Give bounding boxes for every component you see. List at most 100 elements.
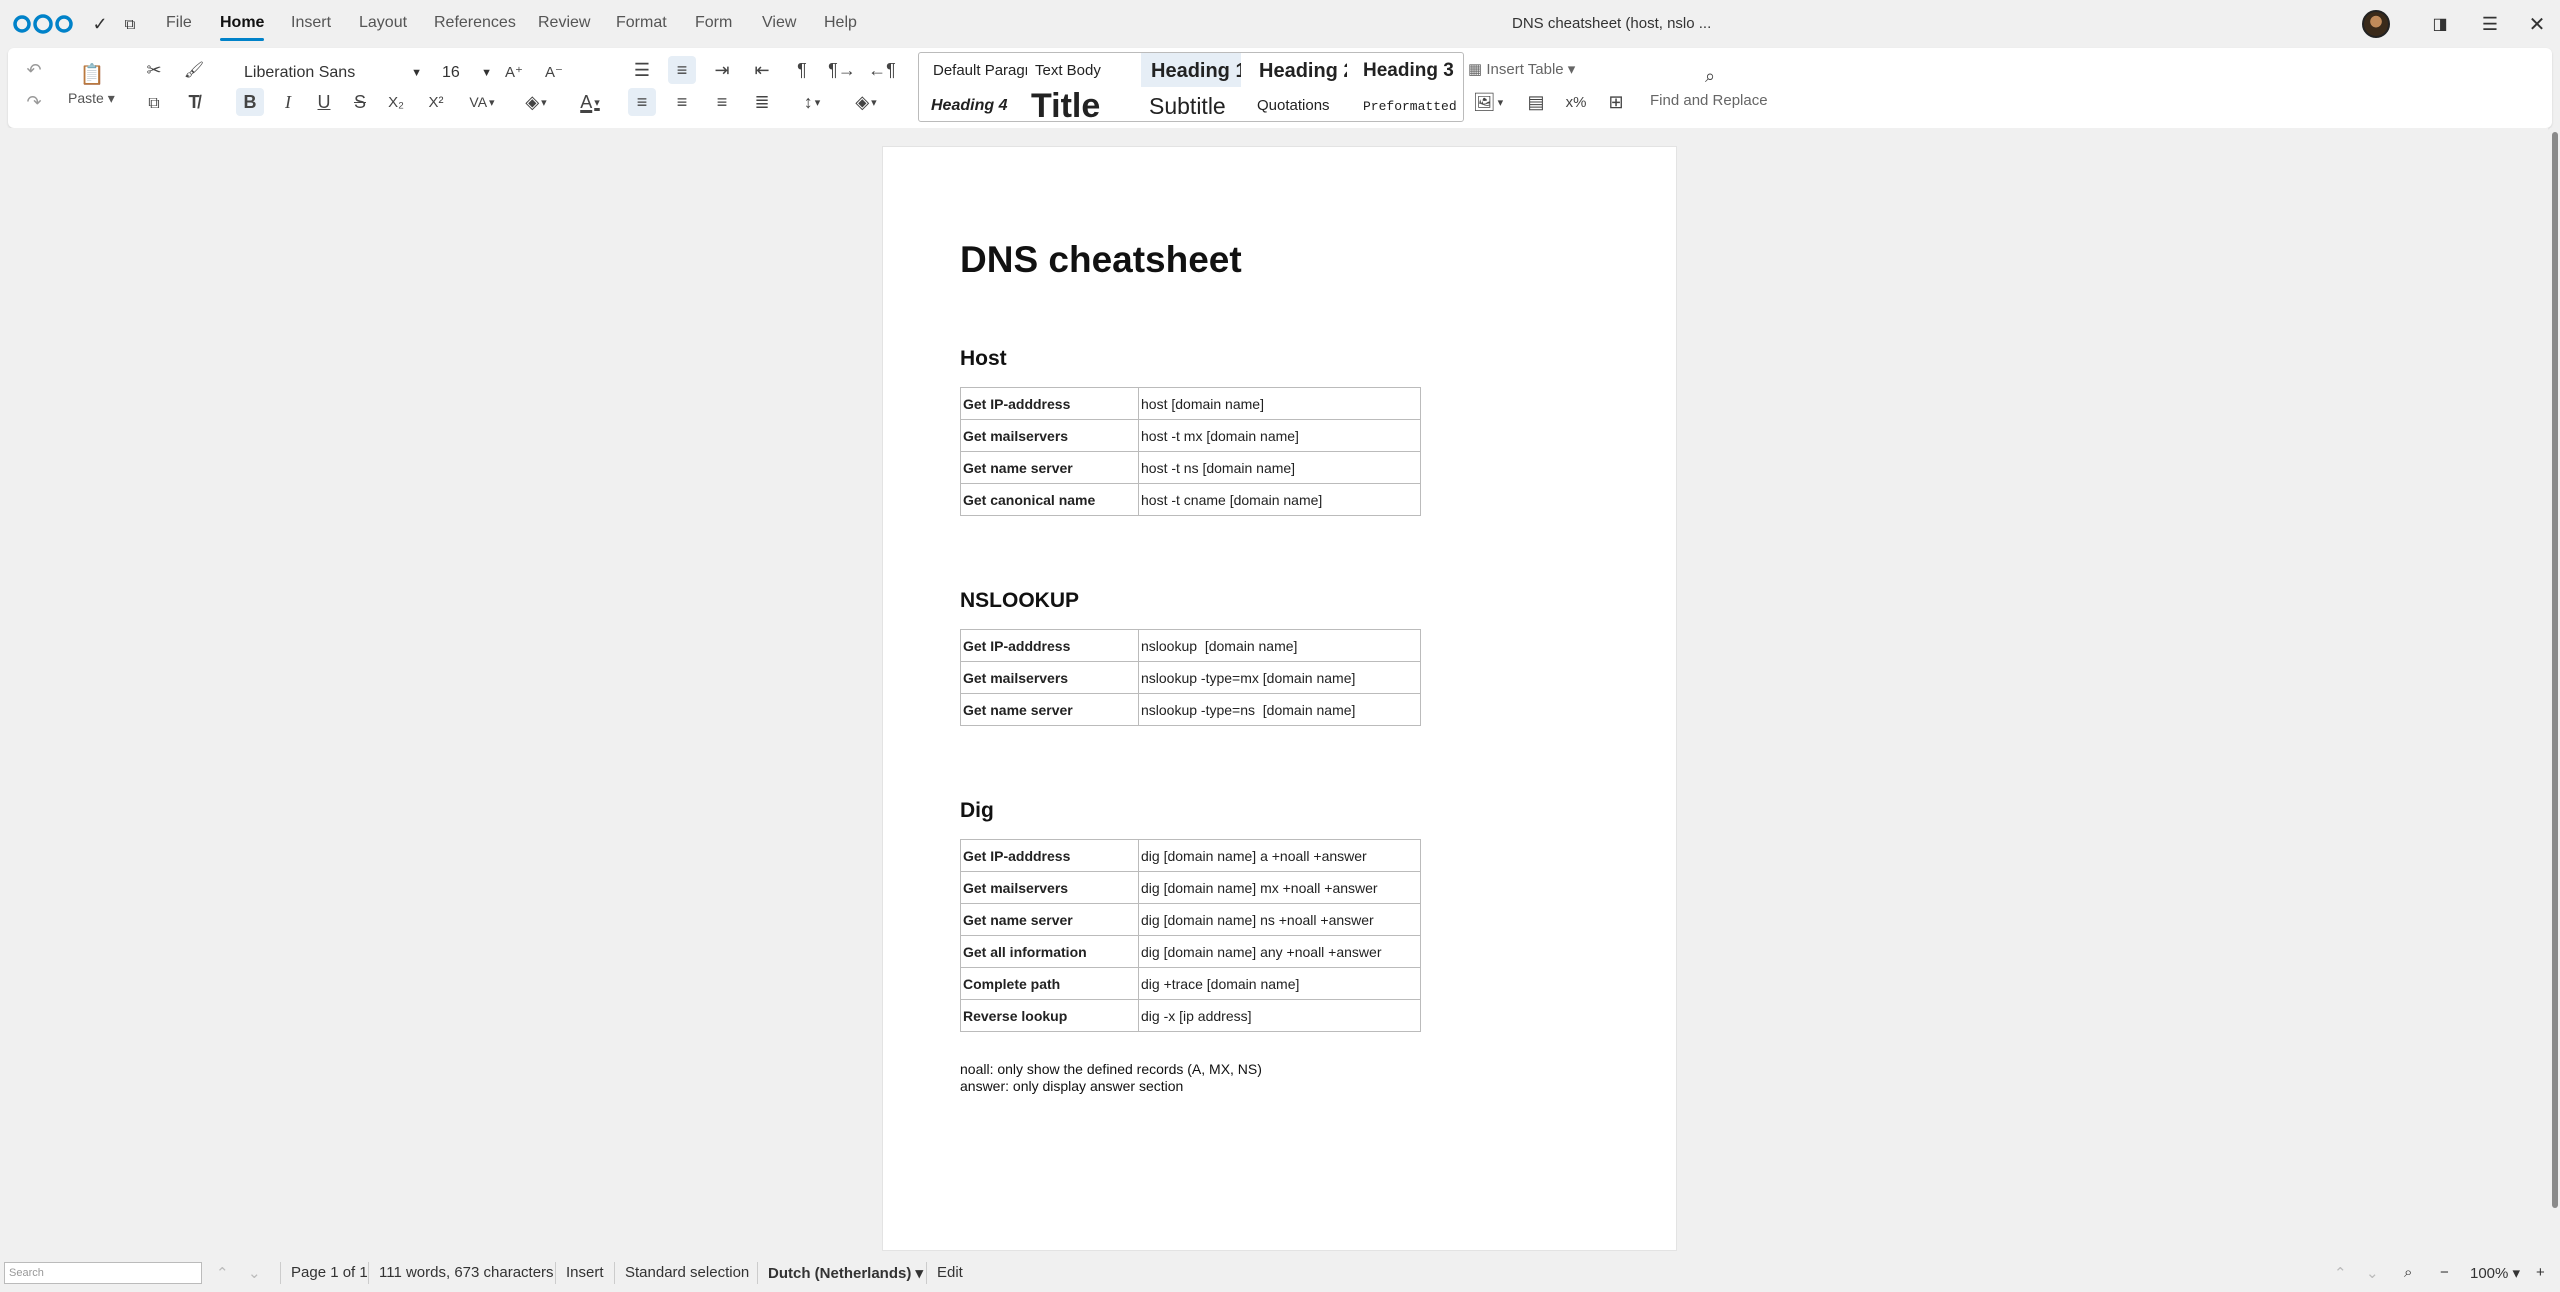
bullet-list-icon[interactable]: ☰: [628, 56, 656, 84]
word-count[interactable]: 111 words, 673 characters: [379, 1264, 554, 1281]
font-color-icon[interactable]: A: [570, 88, 610, 116]
clone-formatting-icon[interactable]: 🖌: [180, 56, 208, 84]
table-cell[interactable]: Get mailservers: [960, 419, 1139, 452]
table-cell[interactable]: host [domain name]: [1138, 387, 1421, 420]
table-cell[interactable]: Get IP-adddress: [960, 839, 1139, 872]
style-title[interactable]: Title: [1027, 87, 1137, 121]
table-cell[interactable]: nslookup -type=ns [domain name]: [1138, 693, 1421, 726]
strikethrough-icon[interactable]: S: [346, 88, 374, 116]
align-center-icon[interactable]: ≡: [668, 88, 696, 116]
table-cell[interactable]: Complete path: [960, 967, 1139, 1000]
table-cell[interactable]: nslookup -type=mx [domain name]: [1138, 661, 1421, 694]
table-cell[interactable]: Reverse lookup: [960, 999, 1139, 1032]
font-size-select[interactable]: 16 ▼: [434, 60, 496, 86]
zoom-select[interactable]: 100% ▾: [2470, 1264, 2520, 1282]
insert-table-button[interactable]: ▦ Insert Table ▾: [1468, 60, 1575, 78]
background-color-icon[interactable]: ◈: [846, 88, 886, 116]
previous-page-icon[interactable]: ⌃: [2334, 1264, 2347, 1282]
table-cell[interactable]: dig +trace [domain name]: [1138, 967, 1421, 1000]
style-quotations[interactable]: Quotations: [1251, 87, 1347, 121]
page-number[interactable]: Page 1 of 1: [291, 1264, 368, 1281]
table-cell[interactable]: Get all information: [960, 935, 1139, 968]
shrink-font-icon[interactable]: A⁻: [540, 58, 568, 86]
ltr-paragraph-icon[interactable]: ¶→: [828, 56, 856, 84]
paste-icon[interactable]: 📋: [78, 60, 106, 88]
menu-references[interactable]: References: [434, 14, 516, 32]
menu-file[interactable]: File: [166, 14, 192, 32]
cut-icon[interactable]: ✂: [140, 56, 168, 84]
table-cell[interactable]: host -t cname [domain name]: [1138, 483, 1421, 516]
style-default-paragraph[interactable]: Default Paragraph Style: [919, 53, 1027, 87]
zoom-reset-icon[interactable]: ⌕: [2404, 1264, 2412, 1281]
align-left-icon[interactable]: ≡: [628, 88, 656, 116]
insert-field-icon[interactable]: x%: [1562, 88, 1590, 116]
decrease-indent-icon[interactable]: ⇤: [748, 56, 776, 84]
justify-icon[interactable]: ≣: [748, 88, 776, 116]
nextcloud-logo-icon[interactable]: [12, 12, 74, 36]
align-right-icon[interactable]: ≡: [708, 88, 736, 116]
menu-review[interactable]: Review: [538, 14, 590, 32]
grow-font-icon[interactable]: A⁺: [500, 58, 528, 86]
search-up-icon[interactable]: ⌃: [216, 1264, 229, 1282]
vertical-scrollbar[interactable]: [2550, 128, 2560, 1210]
menu-help[interactable]: Help: [824, 14, 857, 32]
table-cell[interactable]: Get canonical name: [960, 483, 1139, 516]
style-text-body[interactable]: Text Body: [1027, 53, 1127, 87]
close-icon[interactable]: ✕: [2525, 12, 2549, 36]
insert-image-icon[interactable]: 🖼: [1468, 88, 1508, 116]
underline-icon[interactable]: U: [310, 88, 338, 116]
avatar[interactable]: [2362, 10, 2390, 38]
menu-insert[interactable]: Insert: [291, 14, 331, 32]
bold-icon[interactable]: B: [236, 88, 264, 116]
insert-comment-icon[interactable]: ⊞: [1602, 88, 1630, 116]
menu-form[interactable]: Form: [695, 14, 732, 32]
menu-view[interactable]: View: [762, 14, 796, 32]
search-down-icon[interactable]: ⌄: [248, 1264, 261, 1282]
style-subtitle[interactable]: Subtitle: [1141, 87, 1247, 121]
sidebar-toggle-icon[interactable]: ◨: [2428, 12, 2452, 36]
table-cell[interactable]: Get IP-adddress: [960, 629, 1139, 662]
subscript-icon[interactable]: X₂: [382, 88, 410, 116]
table-cell[interactable]: Get name server: [960, 693, 1139, 726]
zoom-out-icon[interactable]: −: [2440, 1264, 2449, 1281]
table-cell[interactable]: host -t ns [domain name]: [1138, 451, 1421, 484]
table-cell[interactable]: Get mailservers: [960, 871, 1139, 904]
table-cell[interactable]: nslookup [domain name]: [1138, 629, 1421, 662]
table-cell[interactable]: dig [domain name] mx +noall +answer: [1138, 871, 1421, 904]
character-spacing-icon[interactable]: VA: [464, 88, 500, 116]
style-heading-3[interactable]: Heading 3: [1357, 53, 1463, 87]
line-spacing-icon[interactable]: ↕: [792, 88, 832, 116]
insert-mode[interactable]: Insert: [566, 1264, 604, 1281]
insert-chart-icon[interactable]: ▤: [1522, 88, 1550, 116]
toolbar-toggle-icon[interactable]: ☰: [2478, 12, 2502, 36]
table-cell[interactable]: Get mailservers: [960, 661, 1139, 694]
superscript-icon[interactable]: X²: [422, 88, 450, 116]
table-cell[interactable]: Get name server: [960, 451, 1139, 484]
font-name-select[interactable]: Liberation Sans ▼: [234, 60, 428, 86]
increase-indent-icon[interactable]: ⇥: [708, 56, 736, 84]
open-external-icon[interactable]: ⧉: [118, 12, 142, 36]
table-cell[interactable]: dig [domain name] any +noall +answer: [1138, 935, 1421, 968]
menu-layout[interactable]: Layout: [359, 14, 407, 32]
menu-home[interactable]: Home: [220, 14, 265, 41]
clear-formatting-icon[interactable]: T̸: [180, 88, 208, 116]
edit-mode[interactable]: Edit: [937, 1264, 963, 1281]
table-cell[interactable]: host -t mx [domain name]: [1138, 419, 1421, 452]
next-page-icon[interactable]: ⌄: [2366, 1264, 2379, 1282]
style-heading-4[interactable]: Heading 4: [919, 87, 1027, 121]
copy-icon[interactable]: ⧉: [140, 90, 168, 118]
selection-mode[interactable]: Standard selection: [625, 1264, 749, 1281]
redo-icon[interactable]: ↷: [20, 88, 48, 116]
check-icon[interactable]: ✓: [88, 12, 112, 36]
style-heading-1[interactable]: Heading 1: [1141, 53, 1241, 87]
menu-format[interactable]: Format: [616, 14, 667, 32]
search-input[interactable]: Search: [4, 1262, 202, 1284]
table-cell[interactable]: dig [domain name] ns +noall +answer: [1138, 903, 1421, 936]
numbered-list-icon[interactable]: ≡: [668, 56, 696, 84]
paragraph-styles-gallery[interactable]: Default Paragraph Style Text Body Headin…: [918, 52, 1464, 122]
language-select[interactable]: Dutch (Netherlands) ▾: [768, 1264, 923, 1282]
style-heading-2[interactable]: Heading 2: [1251, 53, 1347, 87]
scrollbar-thumb[interactable]: [2552, 132, 2558, 1208]
document-page[interactable]: DNS cheatsheet Host Get IP-adddress host …: [882, 146, 1677, 1251]
table-cell[interactable]: dig -x [ip address]: [1138, 999, 1421, 1032]
